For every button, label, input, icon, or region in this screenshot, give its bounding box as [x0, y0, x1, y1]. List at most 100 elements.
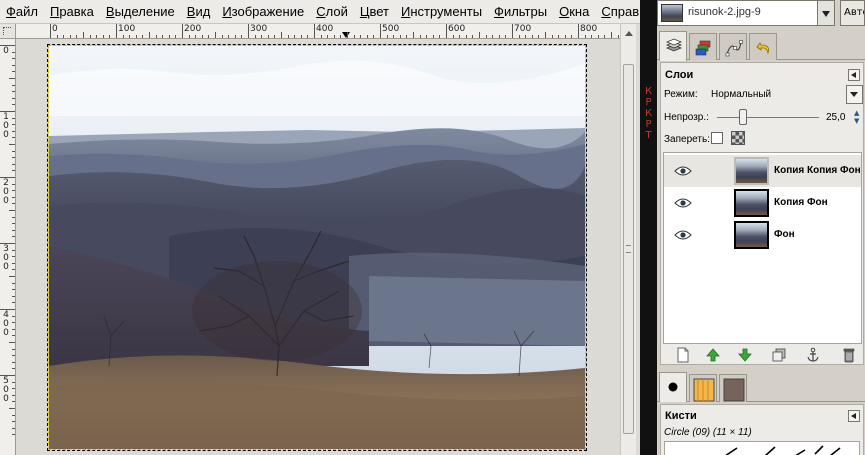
- menu-file[interactable]: Файл: [0, 0, 42, 23]
- ruler-pointer-marker: [342, 32, 350, 38]
- layers-panel: Слои Режим: Нормальный Непрозр.: 25,0 ▲ ▼…: [660, 62, 864, 365]
- ruler-minor-tick: [188, 35, 190, 38]
- auto-button[interactable]: Авто: [840, 0, 865, 26]
- image-canvas-photo[interactable]: [47, 44, 587, 451]
- ruler-label: 100: [3, 112, 9, 140]
- vertical-scrollbar[interactable]: [620, 24, 636, 455]
- ruler-minor-tick: [12, 328, 15, 330]
- ruler-corner-button[interactable]: [0, 24, 16, 39]
- lock-alpha-icon[interactable]: [731, 131, 745, 145]
- ruler-minor-tick: [604, 35, 606, 38]
- ruler-tick: [578, 24, 579, 38]
- menu-image[interactable]: Изображение: [218, 0, 308, 23]
- layer-name[interactable]: Копия Фон: [774, 197, 828, 208]
- ruler-minor-tick: [558, 35, 560, 38]
- tab-gradients[interactable]: [719, 374, 747, 402]
- ruler-minor-tick: [12, 229, 15, 231]
- new-layer-icon[interactable]: [675, 347, 691, 363]
- menu-windows[interactable]: Окна: [555, 0, 593, 23]
- layer-row[interactable]: Копия Копия Фон: [664, 155, 861, 187]
- panel-menu-icon[interactable]: [848, 69, 860, 81]
- menu-filters[interactable]: Фильтры: [490, 0, 551, 23]
- tab-brushes[interactable]: [659, 372, 687, 402]
- tab-patterns[interactable]: [689, 374, 717, 402]
- layer-name[interactable]: Фон: [774, 229, 795, 240]
- canvas-area[interactable]: [16, 39, 620, 455]
- image-thumbnail: [661, 4, 683, 22]
- opacity-slider-track[interactable]: [717, 117, 819, 118]
- ruler-minor-tick: [12, 249, 15, 251]
- ruler-tick: [50, 24, 51, 38]
- ruler-minor-tick: [9, 276, 15, 277]
- ruler-minor-tick: [12, 322, 15, 324]
- brush-grid[interactable]: [664, 441, 860, 455]
- raise-layer-icon[interactable]: [705, 347, 721, 363]
- opacity-value[interactable]: 25,0: [826, 112, 845, 123]
- mode-dropdown-icon[interactable]: [846, 85, 863, 104]
- ruler-minor-tick: [347, 32, 348, 38]
- tab-paths[interactable]: [719, 33, 747, 60]
- eye-icon[interactable]: [674, 229, 692, 241]
- menu-select[interactable]: Выделение: [102, 0, 179, 23]
- layer-row[interactable]: Копия Фон: [664, 187, 861, 219]
- menu-tools[interactable]: Инструменты: [397, 0, 486, 23]
- ruler-minor-tick: [432, 35, 434, 38]
- ruler-label: 700: [514, 24, 532, 34]
- ruler-minor-tick: [12, 203, 15, 205]
- ruler-minor-tick: [12, 262, 15, 264]
- tab-layers[interactable]: [659, 31, 687, 61]
- ruler-tick: [248, 24, 249, 38]
- ruler-minor-tick: [12, 124, 15, 126]
- lower-layer-icon[interactable]: [737, 347, 753, 363]
- ruler-minor-tick: [12, 355, 15, 357]
- ruler-minor-tick: [12, 315, 15, 317]
- anchor-layer-icon[interactable]: [805, 347, 821, 363]
- ruler-minor-tick: [353, 35, 355, 38]
- ruler-minor-tick: [102, 35, 104, 38]
- tab-channels[interactable]: [689, 33, 717, 60]
- duplicate-layer-icon[interactable]: [771, 347, 787, 363]
- image-selector[interactable]: risunok-2.jpg-9: [657, 0, 835, 26]
- menubar: Файл Правка Выделение Вид Изображение Слой Цве…: [0, 0, 640, 24]
- menu-view[interactable]: Вид: [183, 0, 215, 23]
- ruler-minor-tick: [254, 35, 256, 38]
- ruler-minor-tick: [12, 183, 15, 185]
- delete-layer-icon[interactable]: [841, 347, 857, 363]
- ruler-minor-tick: [56, 35, 58, 38]
- layer-name[interactable]: Копия Копия Фон: [774, 165, 861, 176]
- scroll-up-arrow-icon[interactable]: [621, 27, 637, 41]
- scrollbar-thumb[interactable]: [623, 64, 634, 434]
- opacity-slider-handle[interactable]: [738, 109, 747, 125]
- image-selector-dropdown-icon[interactable]: [817, 0, 835, 26]
- menu-help[interactable]: Справка: [597, 0, 640, 23]
- ruler-minor-tick: [12, 368, 15, 370]
- ruler-minor-tick: [12, 394, 15, 396]
- eye-icon[interactable]: [674, 165, 692, 177]
- tab-undo-history[interactable]: [749, 33, 777, 60]
- menu-colors[interactable]: Цвет: [356, 0, 393, 23]
- side-letter: К: [644, 108, 653, 119]
- menu-layer[interactable]: Слой: [312, 0, 352, 23]
- menu-edit[interactable]: Правка: [46, 0, 98, 23]
- eye-icon[interactable]: [674, 197, 692, 209]
- mode-select[interactable]: Нормальный: [711, 89, 771, 100]
- vertical-ruler[interactable]: 0 100 200 300 400 500: [0, 39, 16, 455]
- gradient-icon: [723, 378, 745, 402]
- ruler-minor-tick: [274, 35, 276, 38]
- panel-menu-icon[interactable]: [848, 410, 860, 422]
- ruler-label: 200: [184, 24, 202, 34]
- ruler-minor-tick: [525, 35, 527, 38]
- lock-pixels-checkbox[interactable]: [711, 132, 723, 144]
- ruler-minor-tick: [195, 35, 197, 38]
- ruler-minor-tick: [9, 78, 15, 79]
- image-window: Файл Правка Выделение Вид Изображение Слой Цве…: [0, 0, 640, 455]
- panel-title: Слои: [665, 69, 694, 81]
- ruler-minor-tick: [465, 35, 467, 38]
- opacity-spin-icon[interactable]: ▲ ▼: [854, 109, 863, 125]
- layer-row[interactable]: Фон: [664, 219, 861, 251]
- layers-list[interactable]: Копия Копия Фон Копия Фон Фон: [663, 152, 862, 344]
- ruler-minor-tick: [12, 71, 15, 73]
- ruler-minor-tick: [597, 35, 599, 38]
- horizontal-ruler[interactable]: 0 100 200 300 400 500 600 700 800: [16, 24, 620, 39]
- ruler-minor-tick: [300, 35, 302, 38]
